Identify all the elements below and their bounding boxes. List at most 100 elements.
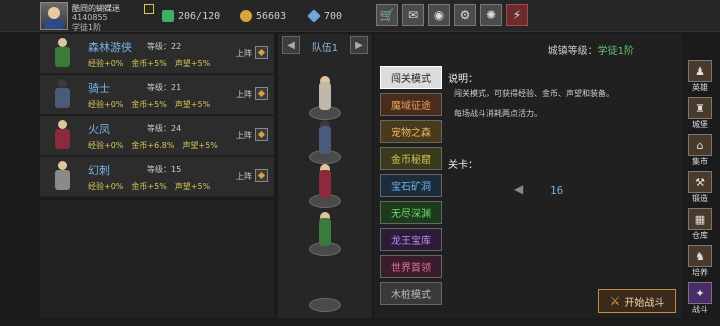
hero-stats: 经验+0% 金币+5% 声望+5%	[88, 181, 218, 192]
nav-label: 仓库	[692, 231, 708, 240]
nav-label: 英雄	[692, 83, 708, 92]
stage-title: 关卡：	[448, 160, 478, 171]
hero-row[interactable]: 幻刺 等级：15 经验+0% 金币+5% 声望+5% 上阵	[40, 157, 274, 197]
nav-market[interactable]: ⌂ 集市	[684, 134, 716, 168]
start-battle-label: 开始战斗	[624, 297, 665, 309]
nav-battle[interactable]: ✦ 战斗	[684, 282, 716, 316]
arrow-left-icon: ◀	[514, 182, 524, 196]
nav-label: 锻造	[692, 194, 708, 203]
main-panel: 城镇等级：学徒1阶 闯关模式 魔域征途 宠物之森 金币秘窟 宝石矿洞 无尽深渊 …	[374, 34, 682, 318]
hero-level: 等级：21	[147, 83, 182, 92]
mode-list: 闯关模式 魔域征途 宠物之森 金币秘窟 宝石矿洞 无尽深渊 龙王宝库 世界首领 …	[380, 66, 442, 309]
hero-level: 等级：15	[147, 165, 182, 174]
mode-button[interactable]: 木桩模式	[380, 282, 442, 305]
hero-gold-bonus: 金币+5%	[131, 100, 167, 109]
energy-icon	[162, 10, 174, 22]
mode-button[interactable]: 宝石矿洞	[380, 174, 442, 197]
mode-button[interactable]: 金币秘窟	[380, 147, 442, 170]
team-slot-empty[interactable]	[305, 274, 345, 314]
nav-warehouse[interactable]: ▦ 仓库	[684, 208, 716, 242]
color-wheel-icon: ✺	[485, 8, 497, 22]
hero-level: 等级：22	[147, 42, 182, 51]
hero-stats: 经验+0% 金币+5% 声望+5%	[88, 58, 218, 69]
hero-exp: 经验+0%	[88, 59, 124, 68]
hero-exp: 经验+0%	[88, 141, 124, 150]
crossed-swords-icon: ⚔	[609, 294, 621, 308]
hero-level: 等级：24	[147, 124, 182, 133]
hero-exp: 经验+0%	[88, 182, 124, 191]
nav-hero[interactable]: ♟ 英雄	[684, 60, 716, 94]
train-icon: ♞	[688, 245, 712, 267]
settings-button[interactable]: ⚙	[454, 4, 476, 26]
deploy-button[interactable]	[255, 46, 268, 59]
hero-list: 森林游侠 等级：22 经验+0% 金币+5% 声望+5% 上阵 骑士 等级：21 经…	[40, 34, 274, 200]
deploy-label: 上阵	[236, 172, 252, 181]
nav-label: 城堡	[692, 120, 708, 129]
color-wheel-button[interactable]: ✺	[480, 4, 502, 26]
hero-gold-bonus: 金币+5%	[131, 59, 167, 68]
hero-stats: 经验+0% 金币+5% 声望+5%	[88, 99, 218, 110]
mode-button[interactable]: 龙王宝库	[380, 228, 442, 251]
player-id: 4140855	[72, 13, 108, 22]
hero-row[interactable]: 骑士 等级：21 经验+0% 金币+5% 声望+5% 上阵	[40, 75, 274, 115]
alert-button[interactable]: ⚡	[506, 4, 528, 26]
edit-icon[interactable]	[144, 4, 154, 14]
gold-value: 56603	[256, 10, 287, 22]
city-level-value: 学徒1阶	[597, 46, 634, 57]
nav-forge[interactable]: ⚒ 锻造	[684, 171, 716, 205]
mode-button[interactable]: 魔域征途	[380, 93, 442, 116]
hero-sprite	[48, 77, 76, 113]
gamepad-button[interactable]: ◉	[428, 4, 450, 26]
hero-name: 骑士	[88, 82, 110, 95]
hero-fame: 声望+5%	[182, 141, 218, 150]
hero-row[interactable]: 森林游侠 等级：22 经验+0% 金币+5% 声望+5% 上阵	[40, 34, 274, 74]
gamepad-icon: ◉	[433, 8, 445, 22]
deploy-button[interactable]	[255, 87, 268, 100]
deploy-button[interactable]	[255, 128, 268, 141]
nav-castle[interactable]: ♜ 城堡	[684, 97, 716, 131]
gem-counter: 700	[307, 8, 343, 24]
start-battle-button[interactable]: ⚔ 开始战斗	[598, 289, 676, 313]
hero-sprite	[48, 36, 76, 72]
player-avatar[interactable]	[40, 2, 68, 30]
team-slot[interactable]	[305, 76, 345, 122]
hero-fame: 声望+5%	[174, 182, 211, 191]
deploy-button[interactable]	[255, 169, 268, 182]
nav-label: 战斗	[692, 305, 708, 314]
team-next-button[interactable]: ▶	[350, 36, 368, 54]
castle-icon: ♜	[688, 97, 712, 119]
hero-exp: 经验+0%	[88, 100, 124, 109]
mode-button[interactable]: 宠物之森	[380, 120, 442, 143]
warehouse-icon: ▦	[688, 208, 712, 230]
team-column: ◀ 队伍1 ▶	[278, 34, 372, 318]
hero-fame: 声望+5%	[174, 100, 211, 109]
arrow-right-icon: ▶	[355, 39, 363, 51]
mail-button[interactable]: ✉	[402, 4, 424, 26]
battle-icon: ✦	[688, 282, 712, 304]
hero-stats: 经验+0% 金币+6.8% 声望+5%	[88, 140, 226, 151]
mode-button[interactable]: 世界首领	[380, 255, 442, 278]
hero-row[interactable]: 火凤 等级：24 经验+0% 金币+6.8% 声望+5% 上阵	[40, 116, 274, 156]
hero-gold-bonus: 金币+5%	[131, 182, 167, 191]
shop-button[interactable]: 🛒	[376, 4, 398, 26]
team-slot[interactable]	[305, 120, 345, 166]
deploy-label: 上阵	[236, 90, 252, 99]
description-line: 闯关模式，可获得经验、金币、声望和装备。	[454, 89, 614, 98]
nav-label: 集市	[692, 157, 708, 166]
hero-name: 幻刺	[88, 164, 110, 177]
team-slot[interactable]	[305, 212, 345, 258]
team-slot[interactable]	[305, 164, 345, 210]
hero-name: 森林游侠	[88, 41, 132, 54]
market-icon: ⌂	[688, 134, 712, 156]
anvil-icon: ⚒	[688, 171, 712, 193]
hero-sprite	[48, 118, 76, 154]
player-title: 学徒1阶	[72, 23, 102, 32]
mode-button[interactable]: 闯关模式	[380, 66, 442, 89]
gem-value: 700	[324, 10, 343, 22]
stage-prev-button[interactable]: ◀	[514, 182, 530, 200]
alert-icon: ⚡	[512, 8, 522, 22]
hero-fame: 声望+5%	[174, 59, 211, 68]
mode-button[interactable]: 无尽深渊	[380, 201, 442, 224]
stage-number: 16	[550, 184, 564, 197]
nav-train[interactable]: ♞ 培养	[684, 245, 716, 279]
